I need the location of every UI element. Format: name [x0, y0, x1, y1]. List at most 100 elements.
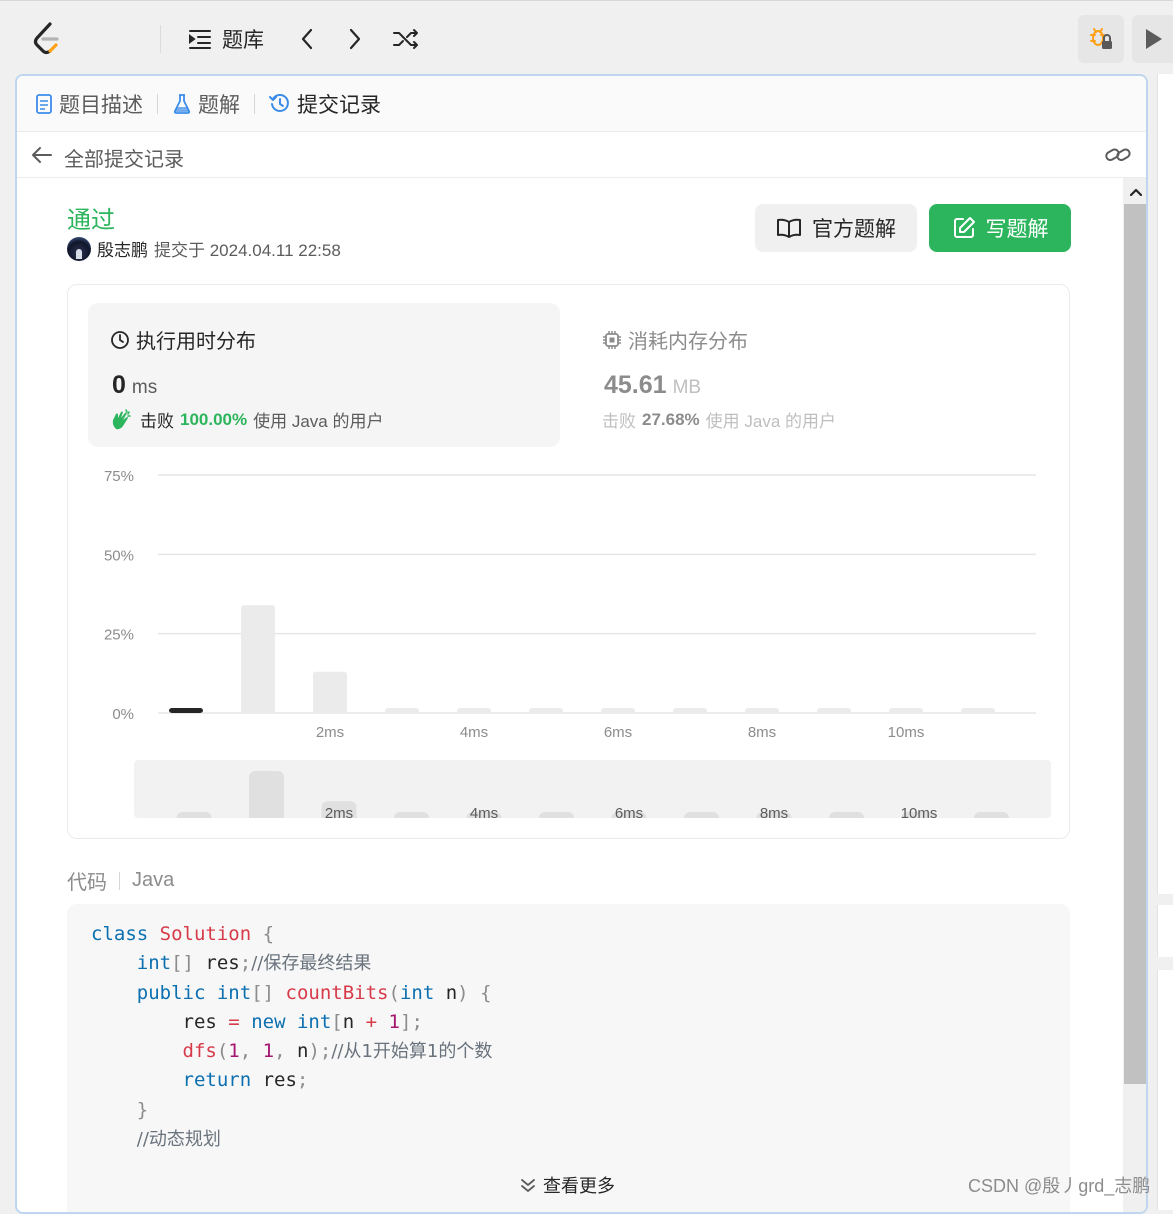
brush-tick-label: 6ms [615, 805, 643, 818]
bar[interactable] [817, 708, 851, 713]
code-content: class Solution { int[] res;//保存最终结果 publ… [91, 923, 493, 1151]
runtime-beat-pct: 100.00% [180, 409, 248, 429]
copy-link-button[interactable] [1103, 142, 1133, 168]
book-icon [776, 217, 802, 239]
submission-meta: 殷志鹏 提交于 2024.04.11 22:58 [67, 236, 341, 261]
problem-bank-label: 题库 [222, 29, 264, 52]
runtime-distribution-chart: 75% 50% 25% 0% 2ms 4ms 6ms 8ms 10ms [104, 468, 1036, 740]
runtime-title-text: 执行用时分布 [136, 331, 256, 353]
top-navigation-bar: 题库 [0, 0, 1173, 74]
runtime-beat: 击败 100.00% 使用 Java 的用户 [110, 407, 383, 432]
bar[interactable] [745, 708, 779, 713]
memory-beat-prefix: 击败 [602, 412, 636, 431]
tab-submissions-label: 提交记录 [297, 93, 381, 117]
prev-problem-button[interactable] [298, 23, 316, 55]
right-panel-edge [1157, 905, 1173, 957]
tab-divider [254, 93, 255, 114]
x-tick-label: 10ms [888, 724, 925, 740]
brush-bar [684, 812, 719, 818]
bar[interactable] [889, 708, 923, 713]
show-more-label: 查看更多 [543, 1176, 615, 1196]
tab-submissions[interactable]: 提交记录 [269, 89, 381, 119]
runtime-unit: ms [131, 377, 158, 398]
scroll-up-button[interactable] [1123, 180, 1146, 204]
bar[interactable] [169, 708, 203, 713]
shuffle-icon [392, 27, 420, 51]
bar[interactable] [457, 708, 491, 713]
bar[interactable] [385, 708, 419, 713]
code-label: 代码 [67, 872, 107, 894]
tab-solutions-label: 题解 [198, 93, 240, 117]
chevron-left-icon [298, 27, 316, 51]
play-icon [1142, 27, 1164, 51]
official-solution-button[interactable]: 官方题解 [755, 204, 917, 252]
runtime-title: 执行用时分布 [110, 325, 256, 354]
clock-icon [110, 330, 130, 350]
problem-bank-button[interactable]: 题库 [188, 23, 264, 55]
bar[interactable] [313, 671, 347, 713]
write-solution-button[interactable]: 写题解 [929, 204, 1071, 252]
brush-bar [829, 812, 864, 818]
x-tick-label: 6ms [604, 724, 632, 740]
official-solution-label: 官方题解 [812, 218, 896, 241]
submission-status: 通过 [67, 207, 115, 234]
memory-beat-suffix: 使用 Java 的用户 [705, 412, 837, 431]
memory-title: 消耗内存分布 [602, 325, 748, 354]
tab-description-label: 题目描述 [59, 93, 143, 117]
runtime-number: 0 [112, 371, 126, 399]
code-block[interactable]: class Solution { int[] res;//保存最终结果 publ… [67, 904, 1070, 1212]
memory-stat-panel[interactable]: 消耗内存分布 45.61 MB 击败 27.68% 使用 Java 的用户 [580, 303, 1052, 447]
brush-bar [394, 812, 429, 818]
tab-description[interactable]: 题目描述 [35, 89, 143, 119]
y-tick-label: 75% [104, 468, 134, 485]
edit-icon [952, 216, 976, 240]
random-problem-button[interactable] [392, 23, 420, 55]
y-tick-label: 0% [112, 706, 134, 723]
chevron-double-down-icon [519, 1176, 537, 1194]
code-section-label: 代码 Java [67, 866, 174, 895]
brush-tick-label: 10ms [901, 805, 938, 818]
bar[interactable] [601, 708, 635, 713]
next-problem-button[interactable] [346, 23, 364, 55]
bar[interactable] [673, 708, 707, 713]
debug-button[interactable] [1078, 15, 1124, 63]
brush-bar [974, 812, 1009, 818]
y-tick-label: 25% [104, 627, 134, 644]
memory-beat: 击败 27.68% 使用 Java 的用户 [602, 407, 836, 432]
brush-tick-label: 8ms [760, 805, 788, 818]
submission-panel: 题目描述 题解 提交记录 全部提交记录 通过 殷志鹏 提交于 2024.04.1… [15, 74, 1148, 1214]
csdn-watermark: CSDN @殷丿grd_志鹏 [968, 1176, 1151, 1196]
avatar[interactable] [67, 236, 91, 261]
bar[interactable] [961, 708, 995, 713]
code-label-divider [119, 871, 120, 890]
brush-tick-label: 2ms [325, 805, 353, 818]
leetcode-logo[interactable] [30, 21, 64, 57]
memory-beat-pct: 27.68% [642, 409, 700, 429]
scrollbar-thumb[interactable] [1124, 204, 1146, 1084]
document-icon [35, 93, 53, 115]
run-button[interactable] [1132, 15, 1173, 63]
runtime-value: 0 ms [112, 371, 157, 400]
show-more-button[interactable]: 查看更多 [519, 1172, 615, 1198]
brush-bar [539, 812, 574, 818]
history-icon [269, 93, 291, 115]
right-panel-edge [1157, 74, 1173, 894]
bar[interactable] [241, 605, 275, 713]
link-icon [1104, 144, 1132, 166]
back-button[interactable] [29, 142, 55, 168]
tab-solutions[interactable]: 题解 [172, 89, 240, 119]
x-tick-label: 4ms [460, 724, 488, 740]
runtime-beat-suffix: 使用 Java 的用户 [253, 412, 384, 431]
username[interactable]: 殷志鹏 [97, 236, 148, 261]
bar[interactable] [529, 708, 563, 713]
runtime-beat-prefix: 击败 [140, 412, 174, 431]
distribution-card: 执行用时分布 0 ms 击败 100.00% 使用 Java 的用户 消耗内存分布… [67, 284, 1070, 839]
all-submissions-title: 全部提交记录 [64, 149, 184, 171]
chevron-right-icon [346, 27, 364, 51]
memory-value: 45.61 MB [604, 371, 701, 400]
chip-icon [602, 330, 622, 350]
clap-icon [110, 408, 132, 431]
chart-range-brush[interactable]: 2ms 4ms 6ms 8ms 10ms [134, 760, 1051, 818]
x-tick-label: 8ms [748, 724, 776, 740]
runtime-stat-panel[interactable]: 执行用时分布 0 ms 击败 100.00% 使用 Java 的用户 [88, 303, 560, 447]
